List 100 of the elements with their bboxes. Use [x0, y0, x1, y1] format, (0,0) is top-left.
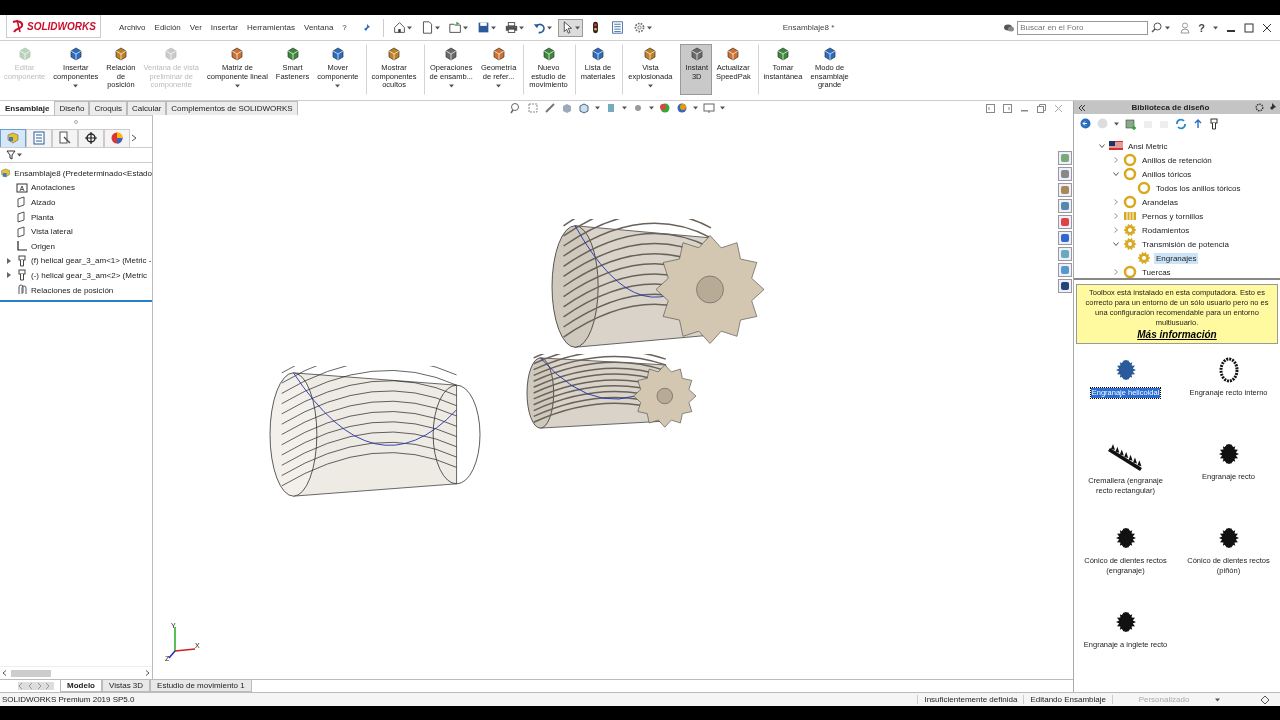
document-icon	[420, 21, 434, 34]
tree-item[interactable]: Arandelas	[1140, 197, 1181, 208]
document-title: Ensamblaje8 *	[782, 23, 835, 32]
assembly-icon	[6, 131, 20, 145]
tree-item[interactable]: Relaciones de posición	[31, 285, 114, 295]
component-icon	[590, 46, 606, 62]
task-pane-tab[interactable]	[1058, 231, 1072, 245]
caret-icon	[1165, 25, 1171, 30]
command-tab[interactable]: Calcular	[126, 101, 167, 115]
panel-tab[interactable]	[78, 128, 104, 147]
menu-item[interactable]: Archivo	[118, 23, 146, 32]
ring-icon	[1123, 195, 1137, 210]
tree-item[interactable]: Tuercas	[1140, 267, 1173, 278]
chevron-right-icon[interactable]	[145, 670, 150, 676]
gear-icon	[632, 21, 646, 34]
pencil-icon[interactable]	[543, 102, 556, 114]
component-icon	[284, 46, 301, 62]
menu-item[interactable]: Herramientas	[246, 23, 295, 32]
caret-icon	[646, 25, 652, 30]
settings-icon[interactable]	[1255, 103, 1264, 113]
tile-left-icon[interactable]	[986, 103, 995, 113]
status-field: Insuficientemente definida	[917, 695, 1024, 704]
tree-item[interactable]: Todos los anillos tóricos	[1154, 183, 1243, 194]
expand-icon[interactable]	[1113, 269, 1119, 276]
printer-icon	[504, 21, 518, 34]
restore-icon[interactable]	[1037, 103, 1046, 113]
tree-item[interactable]: Transmisión de potencia	[1140, 239, 1231, 250]
tile-right-icon[interactable]	[1003, 103, 1012, 113]
more-info-link[interactable]: Más información	[1137, 330, 1217, 340]
tree-item[interactable]: (f) helical gear_3_am<1> (Metric -	[31, 256, 152, 266]
expand-icon[interactable]	[1113, 199, 1119, 206]
expand-icon[interactable]	[7, 272, 11, 279]
tree-item[interactable]: Origen	[31, 241, 55, 251]
expand-icon[interactable]	[1113, 157, 1119, 164]
scrollbar-thumb[interactable]	[11, 669, 51, 677]
tree-item[interactable]: Ensamblaje8 (Predeterminado<Estado	[14, 168, 152, 178]
help-button[interactable]: ?	[1198, 21, 1205, 34]
collapse-icon[interactable]	[1113, 241, 1119, 248]
bolt-icon[interactable]	[1209, 117, 1219, 130]
tree-item[interactable]: Anillos de retención	[1140, 155, 1214, 166]
command-tab[interactable]: Croquis	[89, 101, 127, 115]
view-tab[interactable]: Vistas 3D	[102, 680, 151, 692]
target-icon	[84, 131, 98, 145]
tree-item[interactable]: Planta	[31, 212, 54, 222]
task-pane-tab[interactable]	[1058, 215, 1072, 229]
caret-icon	[621, 106, 627, 110]
task-pane-tab[interactable]	[1058, 279, 1072, 293]
scene-icon[interactable]	[675, 102, 688, 114]
expand-icon[interactable]	[1113, 213, 1119, 220]
units-icon[interactable]	[1260, 694, 1270, 705]
command-tab[interactable]: Diseño	[54, 101, 90, 115]
status-field: Personalizado	[1112, 695, 1215, 704]
view-tab[interactable]: Modelo	[60, 680, 102, 692]
menu-item[interactable]: ?	[342, 23, 347, 32]
maximize-icon[interactable]	[1244, 22, 1254, 33]
view-tab[interactable]: Estudio de movimiento 1	[150, 680, 252, 692]
component-icon	[490, 46, 507, 62]
search-field[interactable]: Buscar en el Foro	[1017, 20, 1149, 35]
component-icon	[112, 46, 129, 62]
grip-icon[interactable]	[74, 120, 78, 124]
component-icon	[443, 46, 460, 62]
tree-item[interactable]: (-) helical gear_3_am<2> (Metric	[31, 270, 148, 280]
collapse-icon[interactable]	[1099, 143, 1105, 150]
menu-item[interactable]: Ver	[189, 23, 202, 32]
back-icon[interactable]	[1080, 118, 1091, 130]
collapse-icon[interactable]	[1113, 171, 1119, 178]
part-icon	[16, 269, 28, 282]
collapse-panel-icon[interactable]	[1078, 103, 1086, 112]
zoom-icon[interactable]	[509, 102, 522, 114]
menu-item[interactable]: Ventana	[304, 23, 334, 32]
tree-item[interactable]: Ansi Metric	[1126, 141, 1170, 152]
monitor-icon[interactable]	[702, 102, 715, 114]
user-icon[interactable]	[1180, 21, 1191, 34]
menu-item[interactable]: Edición	[154, 23, 181, 32]
chevron-right-icon[interactable]	[130, 133, 138, 142]
tree-item[interactable]: Pernos y tornillos	[1140, 211, 1206, 222]
ring-icon	[1123, 167, 1137, 182]
caret-icon	[1114, 121, 1119, 126]
add-location-icon[interactable]	[1125, 117, 1137, 130]
expand-icon[interactable]	[1113, 227, 1119, 234]
appearance-icon[interactable]	[658, 102, 671, 114]
expand-icon[interactable]	[7, 257, 11, 264]
tree-item[interactable]: Rodamientos	[1140, 225, 1192, 236]
component-icon	[725, 46, 742, 62]
search-icon[interactable]	[1151, 22, 1163, 33]
tree-item[interactable]: Anotaciones	[31, 183, 76, 193]
tree-item[interactable]: Anillos tóricos	[1140, 169, 1194, 180]
caret-icon	[1215, 697, 1220, 702]
menu-item[interactable]: Insertar	[210, 23, 238, 32]
chevron-left-icon[interactable]	[2, 670, 7, 676]
gear-icon	[1123, 223, 1137, 238]
close-icon[interactable]	[1262, 22, 1272, 33]
up-arrow-icon[interactable]	[1193, 118, 1203, 130]
tree-item[interactable]: Engranajes	[1154, 253, 1199, 264]
tree-item[interactable]: Vista lateral	[31, 227, 73, 237]
tree-item[interactable]: Alzado	[31, 198, 56, 207]
status-field: Editando Ensamblaje	[1023, 695, 1112, 704]
command-tab[interactable]: Complementos de SOLIDWORKS	[166, 101, 298, 115]
refresh-icon[interactable]	[1175, 117, 1187, 130]
caret-icon	[434, 25, 440, 30]
